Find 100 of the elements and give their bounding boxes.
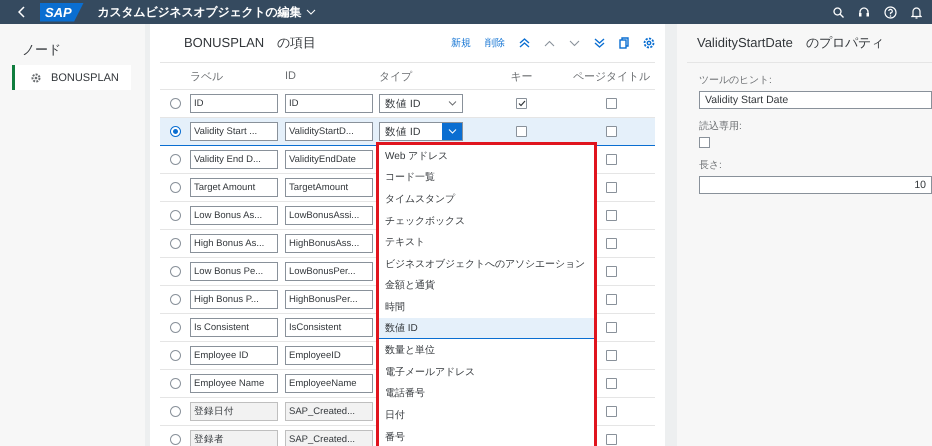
dropdown-option[interactable]: チェックボックス — [379, 210, 594, 232]
dropdown-option[interactable]: 数量と単位 — [379, 339, 594, 361]
check-icon — [518, 100, 526, 107]
radio-button[interactable] — [170, 182, 180, 193]
column-header: キー — [510, 70, 532, 84]
checkbox[interactable] — [606, 98, 617, 109]
panel-title: ノード — [21, 41, 62, 59]
move-bottom-icon[interactable] — [594, 38, 605, 48]
caret-icon[interactable] — [306, 9, 316, 15]
bell-icon[interactable] — [911, 6, 922, 18]
checkbox[interactable] — [516, 126, 527, 137]
checkbox[interactable] — [606, 126, 617, 137]
dropdown-option[interactable]: 番号 — [379, 426, 594, 446]
checkbox[interactable] — [606, 238, 617, 249]
label-field[interactable]: Low Bonus Pe... — [190, 262, 278, 281]
dropdown-option[interactable]: ビジネスオブジェクトへのアソシエーション — [379, 252, 594, 275]
column-header: ID — [285, 70, 297, 82]
field-label: 長さ: — [699, 159, 722, 172]
dropdown-option[interactable]: 日付 — [379, 404, 594, 426]
node-label: BONUSPLAN — [51, 72, 119, 84]
radio-button[interactable] — [170, 266, 180, 277]
id-field[interactable]: LowBonusPer... — [285, 262, 373, 281]
id-field[interactable]: ValidityStartD... — [285, 122, 373, 141]
radio-button[interactable] — [170, 378, 180, 389]
dropdown-option[interactable]: 電話番号 — [379, 382, 594, 404]
sap-logo[interactable]: SAP — [40, 2, 84, 22]
radio-button[interactable] — [170, 434, 180, 445]
dropdown-option[interactable]: テキスト — [379, 231, 594, 253]
dropdown-option[interactable]: Web アドレス — [379, 145, 594, 167]
field-label: 読込専用: — [699, 120, 742, 133]
label-field[interactable]: Employee ID — [190, 346, 278, 365]
checkbox[interactable] — [606, 406, 617, 417]
radio-button[interactable] — [170, 210, 180, 221]
checkbox[interactable] — [606, 210, 617, 221]
checkbox[interactable] — [516, 98, 527, 109]
checkbox[interactable] — [606, 378, 617, 389]
checkbox[interactable] — [606, 434, 617, 445]
label-field[interactable]: Low Bonus As... — [190, 206, 278, 225]
radio-button[interactable] — [170, 406, 180, 417]
checkbox[interactable] — [606, 182, 617, 193]
dropdown-option[interactable]: 数値 ID — [379, 318, 594, 340]
radio-button[interactable] — [170, 294, 180, 305]
id-field[interactable]: SAP_Created... — [285, 430, 373, 446]
radio-button[interactable] — [170, 98, 180, 109]
id-field[interactable]: EmployeeID — [285, 346, 373, 365]
dropdown-option[interactable]: タイムスタンプ — [379, 188, 594, 210]
id-field[interactable]: IsConsistent — [285, 318, 373, 337]
type-dropdown[interactable]: 数値 ID — [379, 94, 463, 113]
id-field[interactable]: EmployeeName — [285, 374, 373, 393]
checkbox[interactable] — [606, 294, 617, 305]
dropdown-option[interactable]: 時間 — [379, 296, 594, 318]
label-field[interactable]: Is Consistent — [190, 318, 278, 337]
back-icon[interactable] — [18, 6, 26, 18]
radio-button[interactable] — [170, 238, 180, 249]
dropdown-option[interactable]: 金額と通貨 — [379, 274, 594, 296]
label-field[interactable]: Validity Start ... — [190, 122, 278, 141]
radio-button[interactable] — [170, 350, 180, 361]
label-field[interactable]: High Bonus P... — [190, 290, 278, 309]
dropdown-option[interactable]: コード一覧 — [379, 166, 594, 188]
id-field[interactable]: HighBonusPer... — [285, 290, 373, 309]
id-field[interactable]: HighBonusAss... — [285, 234, 373, 253]
label-field[interactable]: Target Amount — [190, 178, 278, 197]
label-field[interactable]: Validity End D... — [190, 150, 278, 169]
checkbox[interactable] — [606, 154, 617, 165]
dropdown-option[interactable]: 電子メールアドレス — [379, 360, 594, 383]
field-label: ツールのヒント: — [699, 74, 772, 87]
checkbox[interactable] — [606, 350, 617, 361]
toolbar-link[interactable]: 新規 — [451, 36, 471, 50]
label-field[interactable]: Employee Name — [190, 374, 278, 393]
id-field[interactable]: TargetAmount — [285, 178, 373, 197]
search-icon[interactable] — [833, 6, 844, 18]
radio-button[interactable] — [170, 322, 180, 333]
radio-button[interactable] — [170, 154, 180, 165]
id-field[interactable]: SAP_Created... — [285, 402, 373, 421]
tooltip-field[interactable]: Validity Start Date — [699, 91, 932, 109]
column-header: タイプ — [379, 70, 414, 84]
checkbox[interactable] — [606, 266, 617, 277]
checkbox[interactable] — [699, 137, 710, 148]
headset-icon[interactable] — [858, 6, 870, 18]
label-field[interactable]: 登録日付 — [190, 402, 278, 421]
label-field[interactable]: 登録者 — [190, 430, 278, 446]
checkbox[interactable] — [606, 322, 617, 333]
copy-icon[interactable] — [619, 37, 629, 49]
move-down-icon[interactable] — [569, 40, 580, 46]
help-icon[interactable] — [884, 6, 897, 18]
gear-icon — [31, 72, 41, 82]
label-field[interactable]: ID — [190, 94, 278, 113]
length-field[interactable]: 10 — [699, 176, 932, 194]
node-item[interactable]: BONUSPLAN — [12, 65, 131, 90]
id-field[interactable]: ID — [285, 94, 373, 113]
move-top-icon[interactable] — [519, 38, 530, 48]
move-up-icon[interactable] — [544, 40, 555, 46]
type-dropdown[interactable]: 数値 ID — [379, 122, 463, 141]
label-field[interactable]: High Bonus As... — [190, 234, 278, 253]
toolbar-link[interactable]: 削除 — [485, 36, 505, 50]
radio-button[interactable] — [170, 126, 180, 137]
settings-icon[interactable] — [643, 37, 655, 49]
id-field[interactable]: ValidityEndDate — [285, 150, 373, 169]
id-field[interactable]: LowBonusAssi... — [285, 206, 373, 225]
app-title: カスタムビジネスオブジェクトの編集 — [98, 4, 302, 20]
